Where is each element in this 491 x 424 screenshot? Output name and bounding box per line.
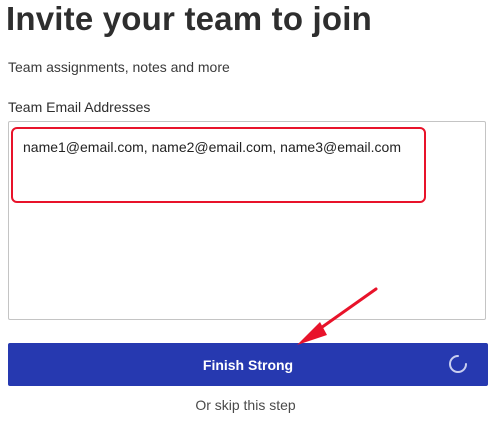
team-email-textarea[interactable]: name1@email.com, name2@email.com, name3@… — [8, 121, 486, 320]
invite-team-page: Invite your team to join Team assignment… — [0, 0, 491, 424]
skip-step-link[interactable]: Or skip this step — [0, 397, 491, 413]
page-subtitle: Team assignments, notes and more — [8, 59, 230, 75]
finish-strong-button[interactable]: Finish Strong — [8, 343, 488, 386]
team-email-value: name1@email.com, name2@email.com, name3@… — [23, 139, 401, 155]
loading-spinner-icon — [449, 355, 467, 373]
team-email-label: Team Email Addresses — [8, 99, 151, 115]
finish-strong-label: Finish Strong — [202, 356, 294, 373]
page-title: Invite your team to join — [6, 0, 373, 37]
